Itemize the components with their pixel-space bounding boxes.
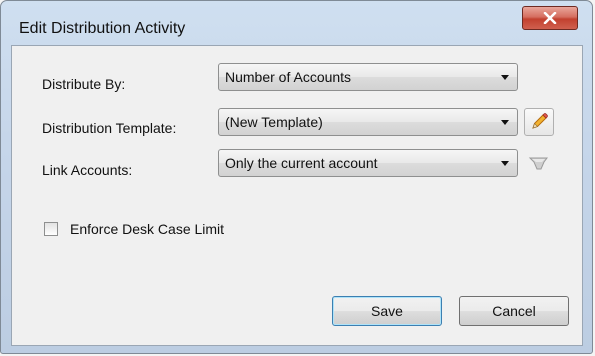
save-button[interactable]: Save [332,296,442,326]
chevron-down-icon [501,75,509,80]
chevron-down-icon [501,161,509,166]
cancel-button[interactable]: Cancel [459,296,569,326]
link-accounts-value: Only the current account [225,155,378,171]
close-button[interactable] [522,6,578,30]
dialog-window: Edit Distribution Activity Distribute By… [0,0,593,354]
close-icon [543,12,557,24]
link-accounts-select[interactable]: Only the current account [218,149,518,177]
dialog-content: Distribute By: Number of Accounts Distri… [11,45,583,346]
distribute-by-label: Distribute By: [42,76,126,92]
pencil-icon [532,113,548,129]
distribute-by-value: Number of Accounts [225,69,352,85]
chevron-down-icon [501,120,509,125]
link-accounts-label: Link Accounts: [42,162,133,178]
link-accounts-button[interactable] [524,149,554,177]
enforce-desk-case-limit-label[interactable]: Enforce Desk Case Limit [70,221,224,237]
distribution-template-select[interactable]: (New Template) [218,108,518,136]
distribution-template-label: Distribution Template: [42,120,177,136]
distribution-template-value: (New Template) [225,114,323,130]
link-icon [528,157,548,170]
edit-template-button[interactable] [524,108,554,136]
enforce-desk-case-limit-checkbox[interactable] [44,222,58,236]
distribute-by-select[interactable]: Number of Accounts [218,63,518,91]
window-title: Edit Distribution Activity [19,20,186,37]
title-bar[interactable]: Edit Distribution Activity [1,1,592,45]
